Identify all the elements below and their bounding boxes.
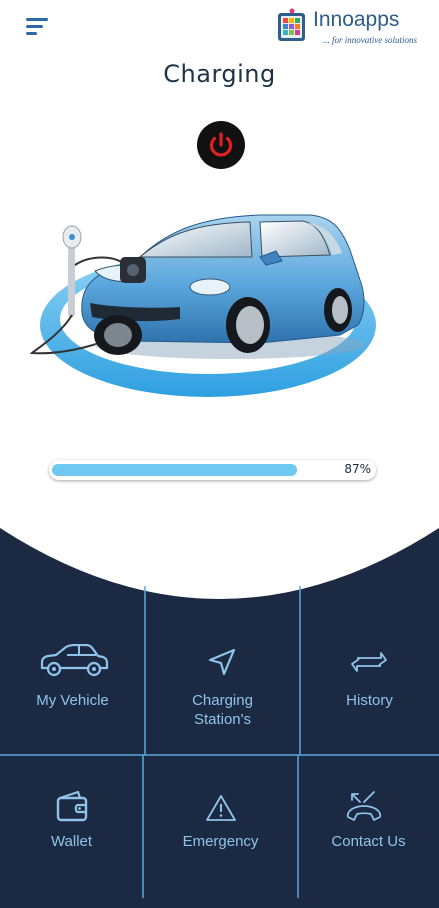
menu-tile-label: History bbox=[346, 692, 393, 709]
logo: Innoapps ... for innovative solutions bbox=[277, 6, 427, 48]
swap-arrows-icon bbox=[351, 652, 387, 672]
menu-tile-label: Charging Station's bbox=[192, 692, 253, 728]
charge-percent-label: 87% bbox=[344, 462, 371, 476]
menu-tile-label: My Vehicle bbox=[36, 692, 109, 709]
menu-tile-my-vehicle[interactable]: My Vehicle bbox=[0, 620, 145, 740]
logo-name: Innoapps bbox=[313, 8, 400, 31]
menu-tile-label: Contact Us bbox=[331, 833, 406, 850]
hamburger-menu-icon[interactable] bbox=[26, 18, 52, 38]
warning-icon bbox=[206, 795, 236, 821]
logo-icon bbox=[278, 8, 305, 41]
navigation-arrow-icon bbox=[208, 648, 236, 676]
menu-tile-emergency[interactable]: Emergency bbox=[143, 770, 298, 890]
menu-tile-label: Wallet bbox=[50, 833, 93, 850]
menu-tile-contact-us[interactable]: Contact Us bbox=[298, 770, 439, 890]
charge-progress-fill bbox=[52, 464, 297, 476]
top-bar: Innoapps ... for innovative solutions bbox=[0, 0, 439, 56]
menu-tile-label: Emergency bbox=[182, 833, 259, 850]
wallet-icon bbox=[56, 790, 88, 822]
bottom-menu-panel: My Vehicle Charging Station's History Wa… bbox=[0, 520, 439, 908]
car-icon bbox=[40, 644, 109, 677]
menu-tile-wallet[interactable]: Wallet bbox=[0, 770, 143, 890]
phone-callback-icon bbox=[346, 791, 382, 821]
car-illustration bbox=[29, 214, 376, 397]
logo-tagline: ... for innovative solutions bbox=[323, 35, 417, 45]
power-icon bbox=[209, 132, 233, 157]
power-button[interactable] bbox=[197, 121, 245, 169]
menu-tile-charging-stations[interactable]: Charging Station's bbox=[145, 620, 300, 740]
page-title: Charging bbox=[163, 60, 276, 88]
charge-progress-bar: 87% bbox=[49, 460, 376, 480]
menu-tile-history[interactable]: History bbox=[300, 620, 439, 740]
